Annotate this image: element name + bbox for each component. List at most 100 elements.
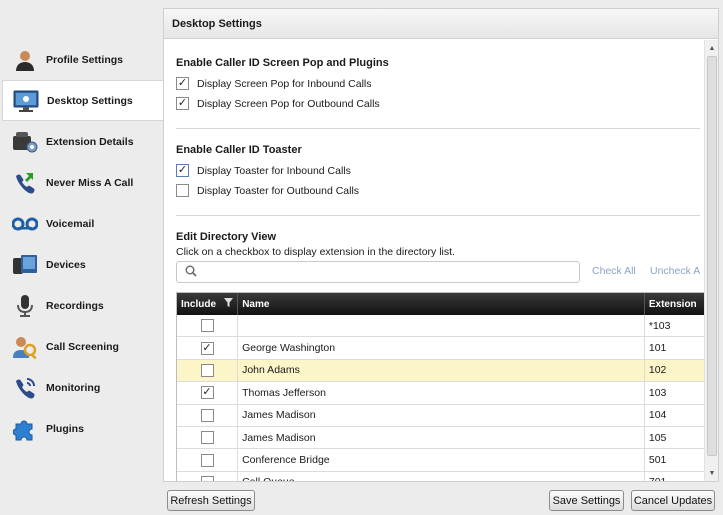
screen-pop-inbound-checkbox[interactable]: ✓: [176, 77, 189, 90]
name-cell: Call Queue: [238, 471, 645, 481]
sidebar-item-label: Recordings: [46, 299, 104, 312]
extension-cell: 104: [648, 409, 667, 422]
toaster-section-title: Enable Caller ID Toaster: [176, 144, 302, 156]
save-settings-button[interactable]: Save Settings: [549, 490, 624, 511]
section-divider: [176, 215, 700, 216]
sidebar-item-desktop-settings[interactable]: Desktop Settings: [2, 80, 163, 121]
phone-gear-icon: [12, 129, 38, 155]
sidebar-item-call-screening[interactable]: Call Screening: [2, 326, 163, 367]
scroll-thumb[interactable]: [707, 56, 717, 456]
panel-body: Enable Caller ID Screen Pop and Plugins …: [164, 40, 705, 481]
toaster-outbound-label: Display Toaster for Outbound Calls: [197, 184, 360, 197]
filter-icon[interactable]: [224, 298, 234, 310]
directory-section-title: Edit Directory View: [176, 231, 277, 243]
voicemail-icon: [12, 211, 38, 237]
include-cell: [177, 359, 239, 382]
refresh-settings-button[interactable]: Refresh Settings: [167, 490, 255, 511]
sidebar-item-plugins[interactable]: Plugins: [2, 408, 163, 449]
extension-cell: 101: [648, 342, 667, 355]
sidebar: Profile Settings Desktop Settings Extens…: [0, 0, 163, 515]
sidebar-item-recordings[interactable]: Recordings: [2, 285, 163, 326]
toaster-outbound-row[interactable]: Display Toaster for Outbound Calls: [176, 184, 359, 197]
table-row[interactable]: James Madison 104: [177, 404, 704, 427]
sidebar-item-monitoring[interactable]: Monitoring: [2, 367, 163, 408]
screen-pop-outbound-label: Display Screen Pop for Outbound Calls: [197, 97, 380, 110]
table-body: *103 ✓ George Washington 101 John Adams 102 ✓ T…: [177, 315, 704, 481]
include-checkbox[interactable]: [200, 363, 214, 377]
scroll-up-icon[interactable]: ▲: [705, 41, 719, 55]
sidebar-item-label: Plugins: [46, 422, 84, 435]
panel-scrollbar[interactable]: ▲ ▼: [704, 40, 718, 481]
person-icon: [12, 47, 38, 73]
include-cell: [177, 404, 239, 426]
table-row[interactable]: James Madison 105: [177, 426, 704, 450]
name-cell: [238, 315, 645, 337]
screening-icon: [12, 334, 38, 360]
include-checkbox[interactable]: [200, 475, 214, 481]
uncheck-all-link[interactable]: Uncheck A: [650, 265, 700, 277]
toaster-inbound-checkbox[interactable]: ✓: [176, 164, 189, 177]
sidebar-item-label: Profile Settings: [46, 53, 124, 66]
scroll-down-icon[interactable]: ▼: [705, 466, 719, 480]
sidebar-item-voicemail[interactable]: Voicemail: [2, 203, 163, 244]
name-cell: Thomas Jefferson: [238, 382, 645, 404]
sidebar-item-label: Extension Details: [46, 135, 134, 148]
name-cell: John Adams: [238, 359, 645, 382]
column-header-include[interactable]: Include: [177, 293, 239, 315]
table-header: Include Name Extension: [177, 293, 704, 315]
name-cell: James Madison: [238, 404, 645, 426]
toaster-inbound-row[interactable]: ✓ Display Toaster for Inbound Calls: [176, 164, 351, 177]
sidebar-item-never-miss-a-call[interactable]: Never Miss A Call: [2, 162, 163, 203]
include-cell: [177, 471, 239, 481]
extension-cell: *103: [648, 319, 671, 332]
sidebar-item-label: Never Miss A Call: [46, 176, 134, 189]
sidebar-item-profile-settings[interactable]: Profile Settings: [2, 39, 163, 80]
toaster-outbound-checkbox[interactable]: [176, 184, 189, 197]
include-checkbox[interactable]: [200, 453, 214, 467]
directory-search-input[interactable]: [176, 261, 580, 283]
extension-cell: 501: [648, 454, 667, 467]
column-header-extension[interactable]: Extension: [645, 293, 704, 315]
sidebar-item-extension-details[interactable]: Extension Details: [2, 121, 163, 162]
section-divider: [176, 128, 700, 129]
table-row[interactable]: ✓ Thomas Jefferson 103: [177, 382, 704, 405]
include-checkbox[interactable]: [200, 408, 214, 422]
sidebar-item-label: Monitoring: [46, 381, 101, 394]
puzzle-icon: [12, 416, 38, 442]
include-cell: [177, 315, 239, 337]
forward-call-icon: [12, 170, 38, 196]
microphone-icon: [12, 293, 38, 319]
screen-pop-outbound-row[interactable]: ✓ Display Screen Pop for Outbound Calls: [176, 97, 380, 110]
cancel-updates-button[interactable]: Cancel Updates: [631, 490, 715, 511]
table-row[interactable]: Call Queue701: [177, 471, 704, 481]
table-row[interactable]: Conference Bridge 501: [177, 449, 704, 472]
screen-pop-outbound-checkbox[interactable]: ✓: [176, 97, 189, 110]
devices-icon: [12, 252, 38, 278]
sidebar-item-label: Voicemail: [46, 217, 95, 230]
monitoring-icon: [12, 375, 38, 401]
include-cell: [177, 449, 239, 471]
include-checkbox[interactable]: ✓: [200, 341, 214, 355]
directory-hint: Click on a checkbox to display extension…: [176, 246, 455, 258]
include-cell: ✓: [177, 337, 239, 359]
column-header-name[interactable]: Name: [238, 293, 645, 315]
include-cell: [177, 426, 239, 449]
sidebar-item-devices[interactable]: Devices: [2, 244, 163, 285]
include-checkbox[interactable]: [200, 431, 214, 445]
include-checkbox[interactable]: [200, 319, 214, 333]
sidebar-item-label: Devices: [46, 258, 86, 271]
extension-cell: 103: [648, 386, 667, 399]
sidebar-item-label: Call Screening: [46, 340, 119, 353]
table-row[interactable]: ✓ George Washington 101: [177, 337, 704, 360]
settings-panel: Desktop Settings Enable Caller ID Screen…: [163, 8, 719, 482]
toaster-inbound-label: Display Toaster for Inbound Calls: [197, 164, 351, 177]
include-cell: ✓: [177, 382, 239, 404]
screen-pop-inbound-row[interactable]: ✓ Display Screen Pop for Inbound Calls: [176, 77, 372, 90]
table-row[interactable]: John Adams 102: [177, 359, 704, 383]
include-checkbox[interactable]: ✓: [200, 386, 214, 400]
panel-title: Desktop Settings: [164, 9, 718, 39]
screen-pop-inbound-label: Display Screen Pop for Inbound Calls: [197, 77, 372, 90]
table-row[interactable]: *103: [177, 315, 704, 338]
name-cell: Conference Bridge: [238, 449, 645, 471]
check-all-link[interactable]: Check All: [592, 265, 636, 277]
